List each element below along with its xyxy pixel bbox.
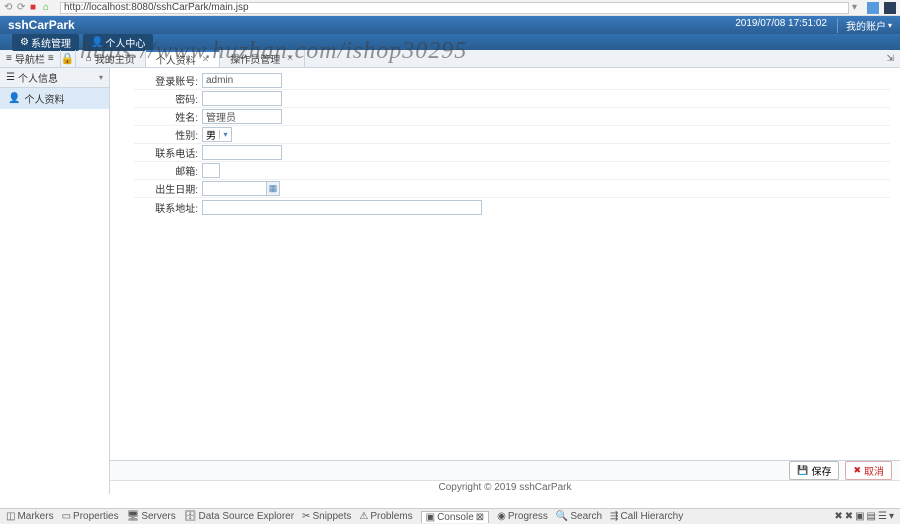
header-time: 2019/07/08 17:51:02 — [735, 18, 827, 33]
tab-operator-label: 操作员管理 — [230, 51, 280, 66]
close-icon[interactable]: ✕ — [286, 53, 294, 64]
chevron-down-icon: ▾ — [219, 130, 231, 139]
birth-input[interactable] — [202, 181, 266, 196]
ide-tab-dse[interactable]: 🗄 Data Source Explorer — [184, 511, 294, 522]
save-icon: 💾 — [797, 465, 808, 476]
ide-icon[interactable]: ▾ — [889, 511, 894, 522]
ide-icon[interactable]: ▤ — [867, 511, 876, 522]
label-pwd: 密码: — [134, 91, 202, 106]
password-input[interactable] — [202, 91, 282, 106]
login-input[interactable] — [202, 73, 282, 88]
cancel-button-label: 取消 — [864, 463, 884, 478]
menu-system-label: 系统管理 — [31, 35, 71, 50]
account-menu[interactable]: 我的账户 ▾ — [837, 18, 892, 33]
label-email: 邮箱: — [134, 163, 202, 178]
tab-profile-label: 个人资料 — [156, 52, 196, 67]
tool-icon-1[interactable] — [867, 2, 879, 14]
stop-icon[interactable]: ■ — [30, 3, 40, 13]
ide-tab-progress[interactable]: ◉ Progress — [497, 511, 548, 522]
tab-profile[interactable]: 个人资料 ✕ — [146, 50, 221, 67]
label-addr: 联系地址: — [134, 200, 202, 215]
dropdown-icon[interactable]: ▾ — [852, 3, 862, 13]
account-label: 我的账户 — [846, 18, 886, 33]
menu-personal-label: 个人中心 — [105, 35, 145, 50]
ide-icon[interactable]: ✖ — [834, 511, 842, 522]
chevron-down-icon: ▾ — [99, 73, 103, 82]
email-input[interactable] — [202, 163, 220, 178]
label-sex: 性别: — [134, 127, 202, 142]
sex-select[interactable]: 男 ▾ — [202, 127, 232, 142]
calendar-icon[interactable]: ▦ — [266, 181, 280, 196]
sidebar-header-label: 个人信息 — [18, 70, 58, 85]
ide-tab-problems[interactable]: ⚠ Problems — [359, 511, 412, 522]
gear-icon: ⚙ — [20, 37, 29, 48]
name-input[interactable] — [202, 109, 282, 124]
tab-home[interactable]: ⌂ 我的主页 — [76, 50, 146, 67]
menu-icon: ≡ — [6, 53, 12, 64]
address-input[interactable] — [202, 200, 482, 215]
phone-input[interactable] — [202, 145, 282, 160]
ide-tab-ch[interactable]: ⇶ Call Hierarchy — [610, 511, 683, 522]
user-icon: 👤 — [91, 37, 103, 48]
expand-icon[interactable]: ⇲ — [880, 53, 900, 64]
ide-tab-search[interactable]: 🔍 Search — [556, 511, 602, 522]
sidebar-header[interactable]: ☰ 个人信息 ▾ — [0, 68, 109, 88]
menu-personal[interactable]: 👤 个人中心 — [83, 34, 153, 51]
cancel-icon: ✖ — [853, 465, 861, 476]
sidebar-item-profile[interactable]: 👤 个人资料 — [0, 88, 109, 109]
tool-icon-2[interactable] — [884, 2, 896, 14]
menu-icon-2: ≡ — [48, 53, 54, 64]
url-bar[interactable]: http://localhost:8080/sshCarPark/main.js… — [60, 2, 849, 14]
sidebar-item-label: 个人资料 — [24, 91, 64, 106]
footer-text: Copyright © 2019 sshCarPark — [110, 480, 900, 494]
home-icon[interactable]: ⌂ — [43, 3, 53, 13]
user-icon: 👤 — [8, 93, 20, 104]
menu-system[interactable]: ⚙ 系统管理 — [12, 34, 79, 51]
lock-icon[interactable]: 🔒 — [60, 50, 76, 67]
tab-operator[interactable]: 操作员管理 ✕ — [220, 50, 305, 67]
ide-tab-properties[interactable]: ▭ Properties — [62, 511, 119, 522]
ide-icon[interactable]: ✖ — [845, 511, 853, 522]
forward-icon[interactable]: ⟳ — [17, 3, 27, 13]
ide-tab-console[interactable]: ▣ Console ⊠ — [421, 511, 490, 523]
chevron-down-icon: ▾ — [888, 21, 892, 30]
ide-icon[interactable]: ☰ — [878, 511, 887, 522]
ide-icon[interactable]: ▣ — [855, 511, 864, 522]
label-birth: 出生日期: — [134, 181, 202, 196]
save-button-label: 保存 — [811, 463, 831, 478]
tab-home-label: 我的主页 — [95, 51, 135, 66]
app-title: sshCarPark — [8, 18, 75, 32]
label-phone: 联系电话: — [134, 145, 202, 160]
label-login: 登录账号: — [134, 73, 202, 88]
cancel-button[interactable]: ✖ 取消 — [845, 461, 892, 480]
home-icon: ⌂ — [86, 53, 92, 64]
list-icon: ☰ — [6, 72, 15, 83]
close-icon[interactable]: ✕ — [202, 54, 210, 65]
save-button[interactable]: 💾 保存 — [789, 461, 839, 480]
nav-label: ≡ 导航栏 ≡ — [0, 51, 60, 66]
label-name: 姓名: — [134, 109, 202, 124]
sex-value: 男 — [203, 127, 219, 142]
ide-tab-snippets[interactable]: ✂ Snippets — [302, 511, 351, 522]
ide-tab-markers[interactable]: ◫ Markers — [6, 511, 54, 522]
ide-tab-servers[interactable]: 🖥 Servers — [127, 511, 176, 522]
back-icon[interactable]: ⟲ — [4, 3, 14, 13]
